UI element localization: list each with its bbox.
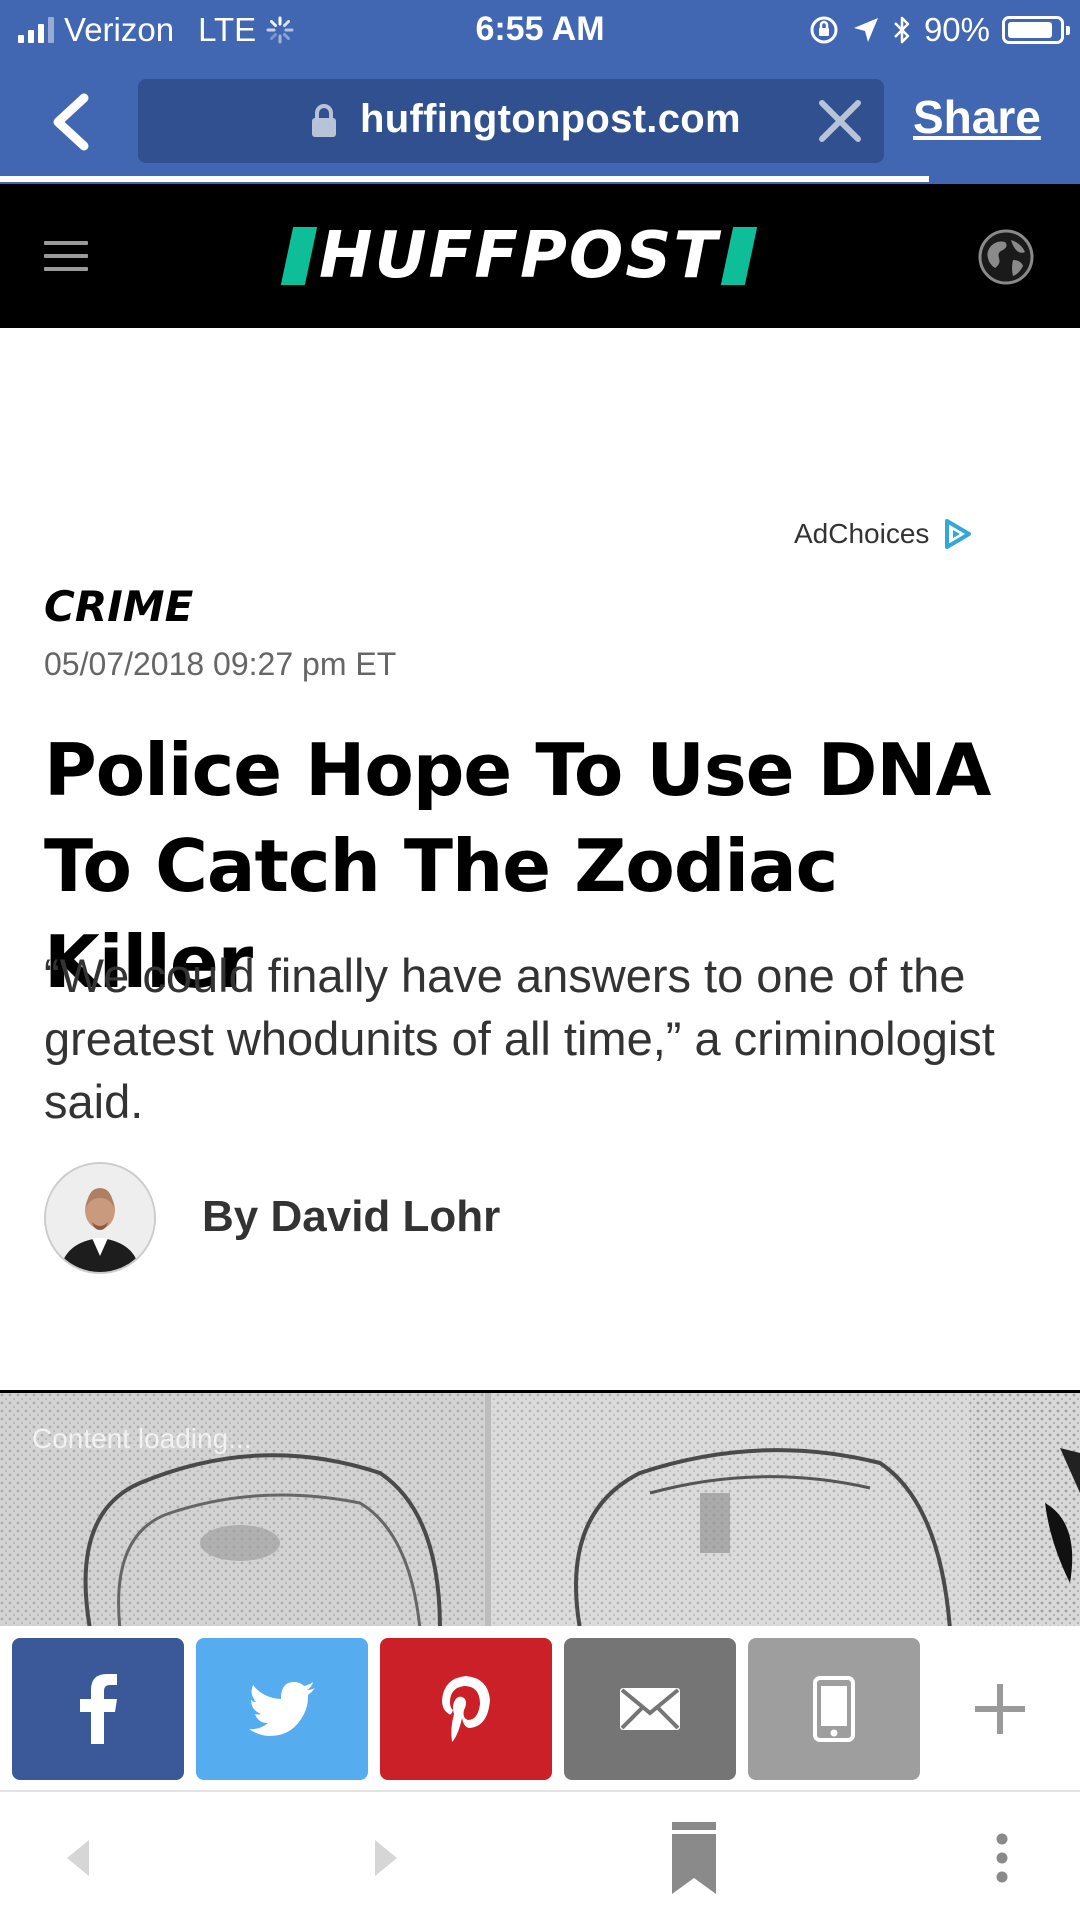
status-right: 90% bbox=[808, 10, 1070, 50]
lock-icon bbox=[312, 104, 336, 137]
status-bar: Verizon LTE 6:55 AM 90% bbox=[0, 0, 1080, 60]
lead-image[interactable]: Content loading... bbox=[0, 1390, 1080, 1626]
site-header: HUFFPOST bbox=[0, 184, 1080, 328]
author-avatar[interactable] bbox=[44, 1162, 156, 1274]
facebook-icon bbox=[80, 1674, 117, 1744]
more-options-button[interactable] bbox=[974, 1828, 1030, 1888]
url-text: huffingtonpost.com bbox=[360, 97, 741, 141]
email-icon bbox=[620, 1688, 680, 1730]
more-vertical-icon bbox=[996, 1833, 1008, 1883]
browser-bottom-toolbar bbox=[0, 1794, 1080, 1920]
adchoices-link[interactable]: AdChoices bbox=[794, 518, 973, 550]
location-arrow-icon bbox=[853, 18, 878, 42]
plus-icon bbox=[975, 1684, 1025, 1734]
adchoices-label: AdChoices bbox=[794, 518, 930, 549]
author-photo bbox=[46, 1164, 154, 1272]
browser-forward-button[interactable] bbox=[358, 1828, 414, 1888]
publish-timestamp: 05/07/2018 09:27 pm ET bbox=[44, 646, 397, 682]
back-arrow-icon bbox=[67, 1840, 89, 1876]
pinterest-icon bbox=[442, 1676, 490, 1742]
share-toolbar bbox=[0, 1626, 1080, 1792]
section-label[interactable]: CRIME bbox=[44, 582, 193, 631]
battery-icon bbox=[1002, 16, 1070, 44]
phone-icon bbox=[813, 1676, 855, 1742]
sms-share-button[interactable] bbox=[748, 1638, 920, 1780]
logo-wordmark: HUFFPOST bbox=[319, 219, 720, 293]
bookmark-icon bbox=[672, 1822, 716, 1894]
facebook-share-button[interactable] bbox=[12, 1638, 184, 1780]
huffpost-logo[interactable]: HUFFPOST bbox=[280, 219, 758, 293]
content-loading-label: Content loading... bbox=[32, 1423, 252, 1454]
share-link[interactable]: Share bbox=[913, 90, 1041, 144]
browser-url-bar: huffingtonpost.com Share bbox=[0, 60, 1080, 184]
orientation-lock-icon bbox=[810, 16, 838, 44]
close-icon[interactable] bbox=[816, 97, 864, 145]
menu-icon[interactable] bbox=[44, 241, 88, 271]
browser-back-button[interactable] bbox=[50, 1828, 106, 1888]
back-chevron-icon[interactable] bbox=[44, 92, 100, 152]
more-share-button[interactable] bbox=[932, 1638, 1068, 1780]
forward-arrow-icon bbox=[375, 1840, 397, 1876]
pinterest-share-button[interactable] bbox=[380, 1638, 552, 1780]
twitter-icon bbox=[249, 1682, 315, 1736]
page-load-progress-bar bbox=[0, 176, 929, 182]
email-share-button[interactable] bbox=[564, 1638, 736, 1780]
battery-percent: 90% bbox=[923, 11, 990, 48]
globe-icon[interactable] bbox=[977, 228, 1035, 286]
author-byline[interactable]: By David Lohr bbox=[202, 1192, 500, 1242]
address-field[interactable]: huffingtonpost.com bbox=[138, 79, 884, 163]
article-dek: “We could finally have answers to one of… bbox=[44, 949, 995, 1128]
adchoices-icon bbox=[945, 519, 972, 549]
twitter-share-button[interactable] bbox=[196, 1638, 368, 1780]
bluetooth-icon bbox=[894, 16, 910, 44]
bookmark-button[interactable] bbox=[666, 1822, 722, 1894]
